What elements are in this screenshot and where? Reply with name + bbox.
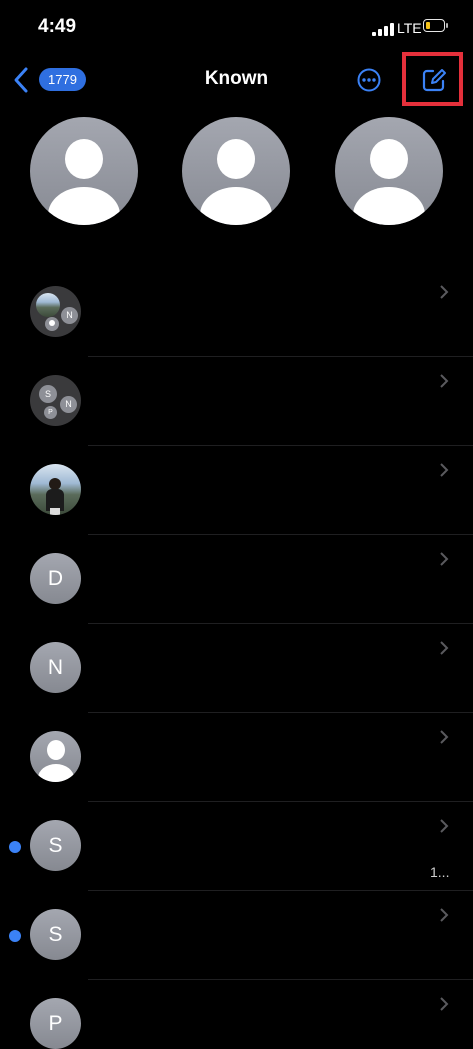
contact-avatar: N (30, 642, 81, 693)
conversation-row[interactable]: N (0, 624, 473, 713)
group-avatar: N (30, 286, 81, 337)
battery-icon (423, 19, 449, 34)
member-photo (36, 293, 60, 317)
pinned-contact[interactable] (335, 117, 443, 225)
conversation-row[interactable] (0, 446, 473, 535)
person-placeholder-icon (65, 139, 103, 179)
contact-avatar: S (30, 909, 81, 960)
avatar-initial: S (48, 923, 63, 946)
contact-photo (30, 464, 81, 515)
avatar-initial: N (47, 656, 64, 679)
chevron-right-icon (440, 997, 449, 1011)
member-initial: S (39, 385, 57, 403)
member-initial: N (61, 307, 78, 324)
pinned-contact[interactable] (182, 117, 290, 225)
person-placeholder-icon (217, 139, 255, 179)
avatar-initial: S (48, 834, 63, 857)
avatar-initial: D (47, 567, 64, 590)
pinned-contact[interactable] (30, 117, 138, 225)
member-initial: P (44, 406, 57, 419)
chevron-right-icon (440, 819, 449, 833)
person-placeholder-icon (370, 139, 408, 179)
conversation-row[interactable]: S (0, 891, 473, 980)
unread-indicator (9, 930, 21, 942)
person-placeholder-icon (30, 731, 81, 782)
message-preview: 1... (430, 864, 450, 880)
status-time: 4:49 (38, 16, 77, 37)
chevron-right-icon (440, 285, 449, 299)
conversation-row[interactable]: P (0, 980, 473, 1049)
chevron-right-icon (440, 908, 449, 922)
conversation-row[interactable] (0, 713, 473, 802)
person-mini-icon (45, 317, 59, 331)
network-label: LTE (397, 20, 422, 36)
member-initial: N (60, 396, 77, 413)
compose-icon[interactable] (421, 67, 447, 93)
signal-strength-icon (372, 22, 394, 36)
chevron-right-icon (440, 463, 449, 477)
chevron-right-icon (440, 374, 449, 388)
conversation-row[interactable]: D (0, 535, 473, 624)
more-options-icon[interactable] (357, 68, 381, 92)
chevron-right-icon (440, 641, 449, 655)
unread-indicator (9, 841, 21, 853)
chevron-right-icon (440, 552, 449, 566)
contact-avatar: D (30, 553, 81, 604)
chevron-right-icon (440, 730, 449, 744)
conversation-row[interactable]: S 1... (0, 802, 473, 891)
group-avatar: S P N (30, 375, 81, 426)
contact-avatar: S (30, 820, 81, 871)
conversation-row[interactable]: N (0, 268, 473, 357)
conversation-row[interactable]: S P N (0, 357, 473, 446)
